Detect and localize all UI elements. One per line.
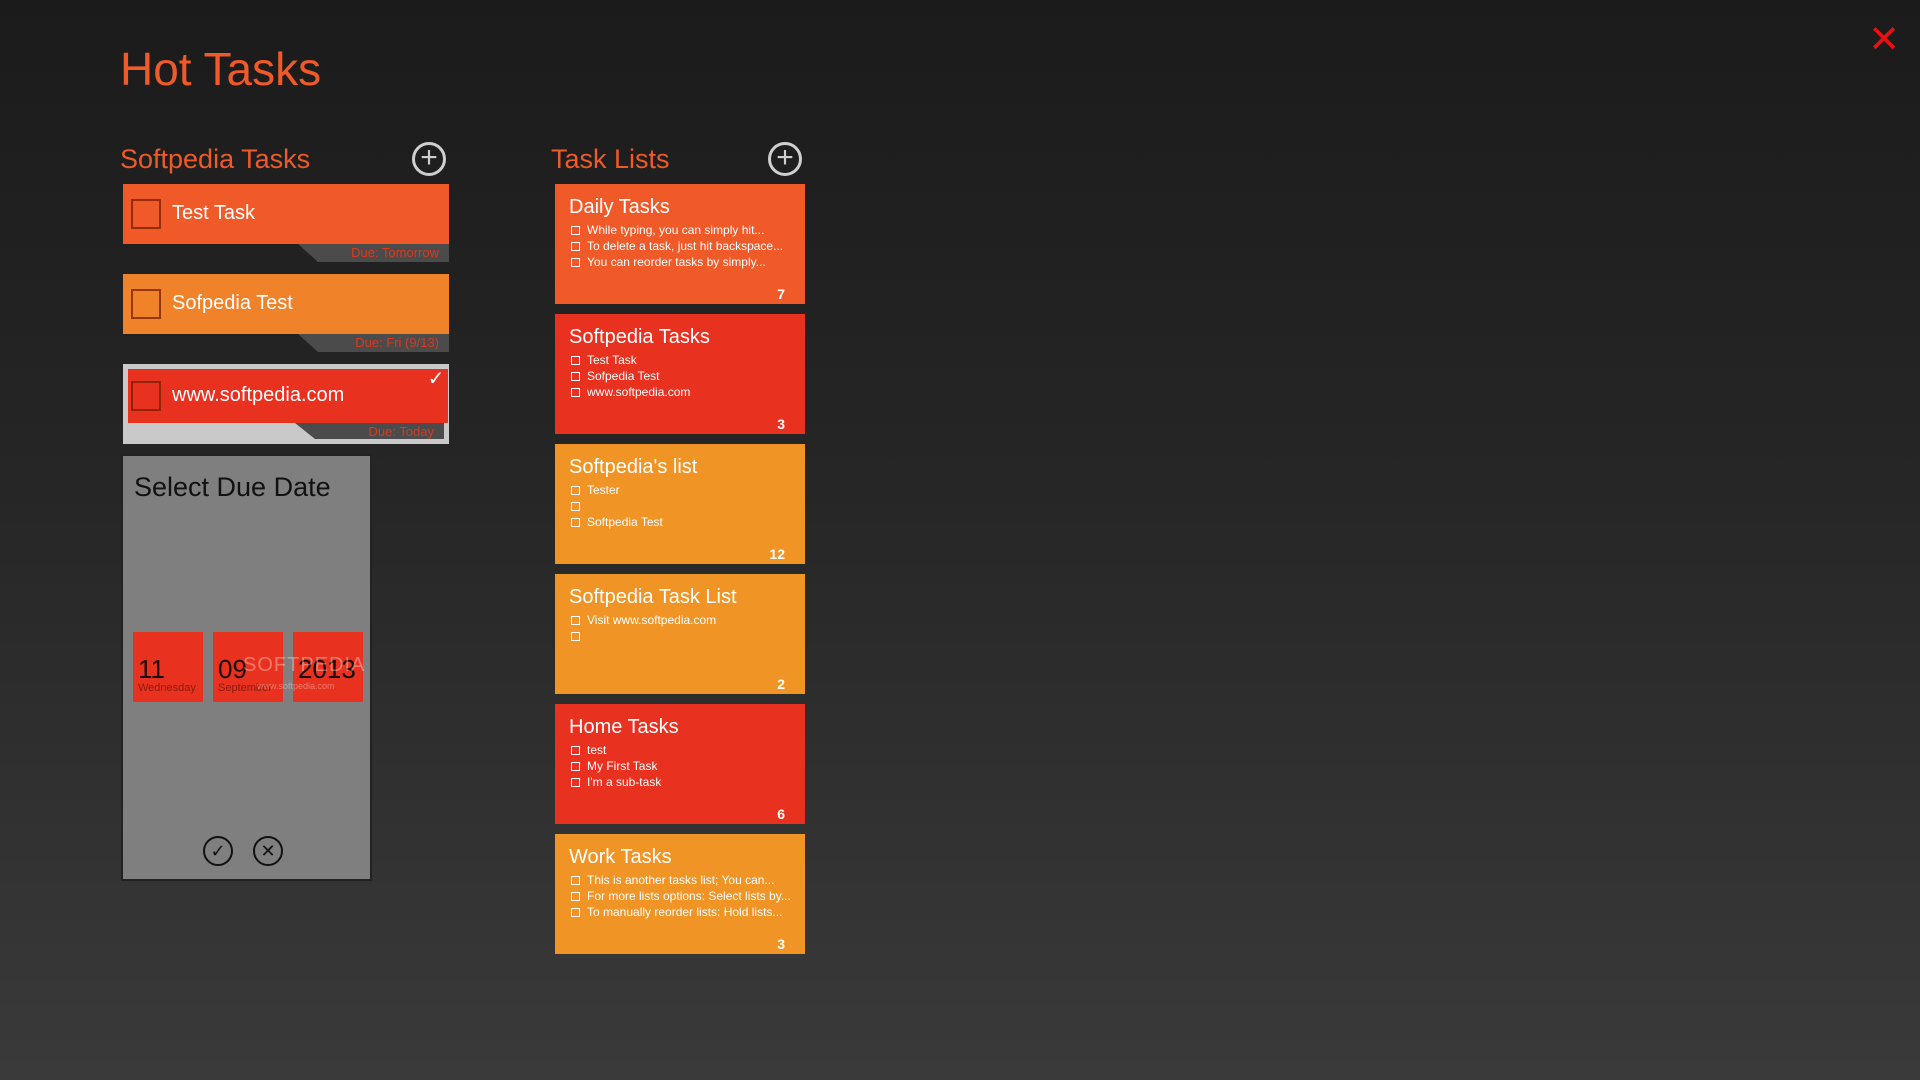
list-item: test [587, 743, 607, 757]
task-label: Test Task [172, 202, 255, 224]
list-tile-work-tasks[interactable]: Work Tasks This is another tasks list; Y… [555, 834, 805, 954]
task-due: Due: Tomorrow [351, 245, 439, 260]
list-item: Softpedia Test [587, 515, 663, 529]
list-tile-daily-tasks[interactable]: Daily Tasks While typing, you can simply… [555, 184, 805, 304]
day-tile[interactable]: 11 Wednesday [133, 632, 203, 702]
list-tile-home-tasks[interactable]: Home Tasks test My First Task I'm a sub-… [555, 704, 805, 824]
checkbox-icon [571, 616, 580, 626]
checkbox-icon [571, 372, 580, 382]
add-list-button[interactable]: + [768, 142, 802, 176]
list-name: Softpedia's list [569, 456, 698, 478]
checkbox-icon [571, 778, 580, 788]
list-count: 3 [777, 416, 785, 432]
checkbox-icon [571, 876, 580, 886]
list-name: Daily Tasks [569, 196, 670, 218]
list-tile-softpedias-list[interactable]: Softpedia's list Tester Softpedia Test 1… [555, 444, 805, 564]
list-tile-softpedia-task-list[interactable]: Softpedia Task List Visit www.softpedia.… [555, 574, 805, 694]
day-number: 11 [138, 654, 165, 684]
checkbox-icon [571, 242, 580, 252]
close-icon[interactable]: ✕ [1864, 20, 1904, 60]
list-count: 7 [777, 286, 785, 302]
list-count: 6 [777, 806, 785, 822]
watermark: SOFTPEDIA [243, 654, 366, 676]
app-title: Hot Tasks [120, 43, 322, 95]
watermark-url: www.softpedia.com [257, 681, 335, 691]
lists-section-title: Task Lists [551, 144, 670, 174]
task-item-2[interactable]: www.softpedia.com Due: Today [128, 364, 448, 450]
checkbox-icon [571, 356, 580, 366]
task-label: Sofpedia Test [172, 292, 293, 314]
task-label: www.softpedia.com [172, 384, 345, 406]
confirm-date-button[interactable]: ✓ [203, 836, 233, 866]
list-item: Sofpedia Test [587, 369, 660, 383]
selected-check-icon: ✓ [427, 368, 445, 390]
checkbox-icon [571, 486, 580, 496]
checkbox-icon [571, 258, 580, 268]
list-name: Softpedia Tasks [569, 326, 710, 348]
list-name: Home Tasks [569, 716, 679, 738]
checkbox-icon [571, 762, 580, 772]
task-item-1[interactable]: Sofpedia Test Due: Fri (9/13) [123, 274, 449, 360]
list-name: Softpedia Task List [569, 586, 737, 608]
picker-title: Select Due Date [134, 472, 331, 502]
list-item: My First Task [587, 759, 658, 773]
list-item: For more lists options: Select lists by.… [587, 889, 791, 903]
checkbox-icon [571, 388, 580, 398]
checkbox-icon [571, 908, 580, 918]
task-due: Due: Today [368, 424, 434, 439]
task-checkbox[interactable] [131, 289, 161, 319]
checkbox-icon [571, 632, 580, 642]
list-count: 2 [777, 676, 785, 692]
list-item: While typing, you can simply hit... [587, 223, 765, 237]
list-item: Test Task [587, 353, 637, 367]
list-item: To manually reorder lists: Hold lists... [587, 905, 783, 919]
list-item: Visit www.softpedia.com [587, 613, 717, 627]
checkbox-icon [571, 226, 580, 236]
list-item: This is another tasks list; You can... [587, 873, 775, 887]
task-checkbox[interactable] [131, 381, 161, 411]
checkbox-icon [571, 518, 580, 528]
tasks-section-title: Softpedia Tasks [120, 144, 311, 174]
checkbox-icon [571, 502, 580, 512]
add-task-button[interactable]: + [412, 142, 446, 176]
day-name: Wednesday [138, 682, 196, 694]
list-tile-softpedia-tasks[interactable]: Softpedia Tasks Test Task Sofpedia Test … [555, 314, 805, 434]
list-item: Tester [587, 483, 620, 497]
list-count: 3 [777, 936, 785, 952]
cancel-date-button[interactable]: ✕ [253, 836, 283, 866]
checkbox-icon [571, 746, 580, 756]
due-date-picker: Select Due Date 11 Wednesday 09 Septembe… [121, 454, 372, 881]
task-checkbox[interactable] [131, 199, 161, 229]
list-item: To delete a task, just hit backspace... [587, 239, 784, 253]
list-item: I'm a sub-task [587, 775, 662, 789]
task-due: Due: Fri (9/13) [355, 335, 439, 350]
checkbox-icon [571, 892, 580, 902]
list-item: You can reorder tasks by simply... [587, 255, 766, 269]
list-count: 12 [769, 546, 785, 562]
list-name: Work Tasks [569, 846, 672, 868]
task-item-0[interactable]: Test Task Due: Tomorrow [123, 184, 449, 270]
list-item: www.softpedia.com [587, 385, 691, 399]
